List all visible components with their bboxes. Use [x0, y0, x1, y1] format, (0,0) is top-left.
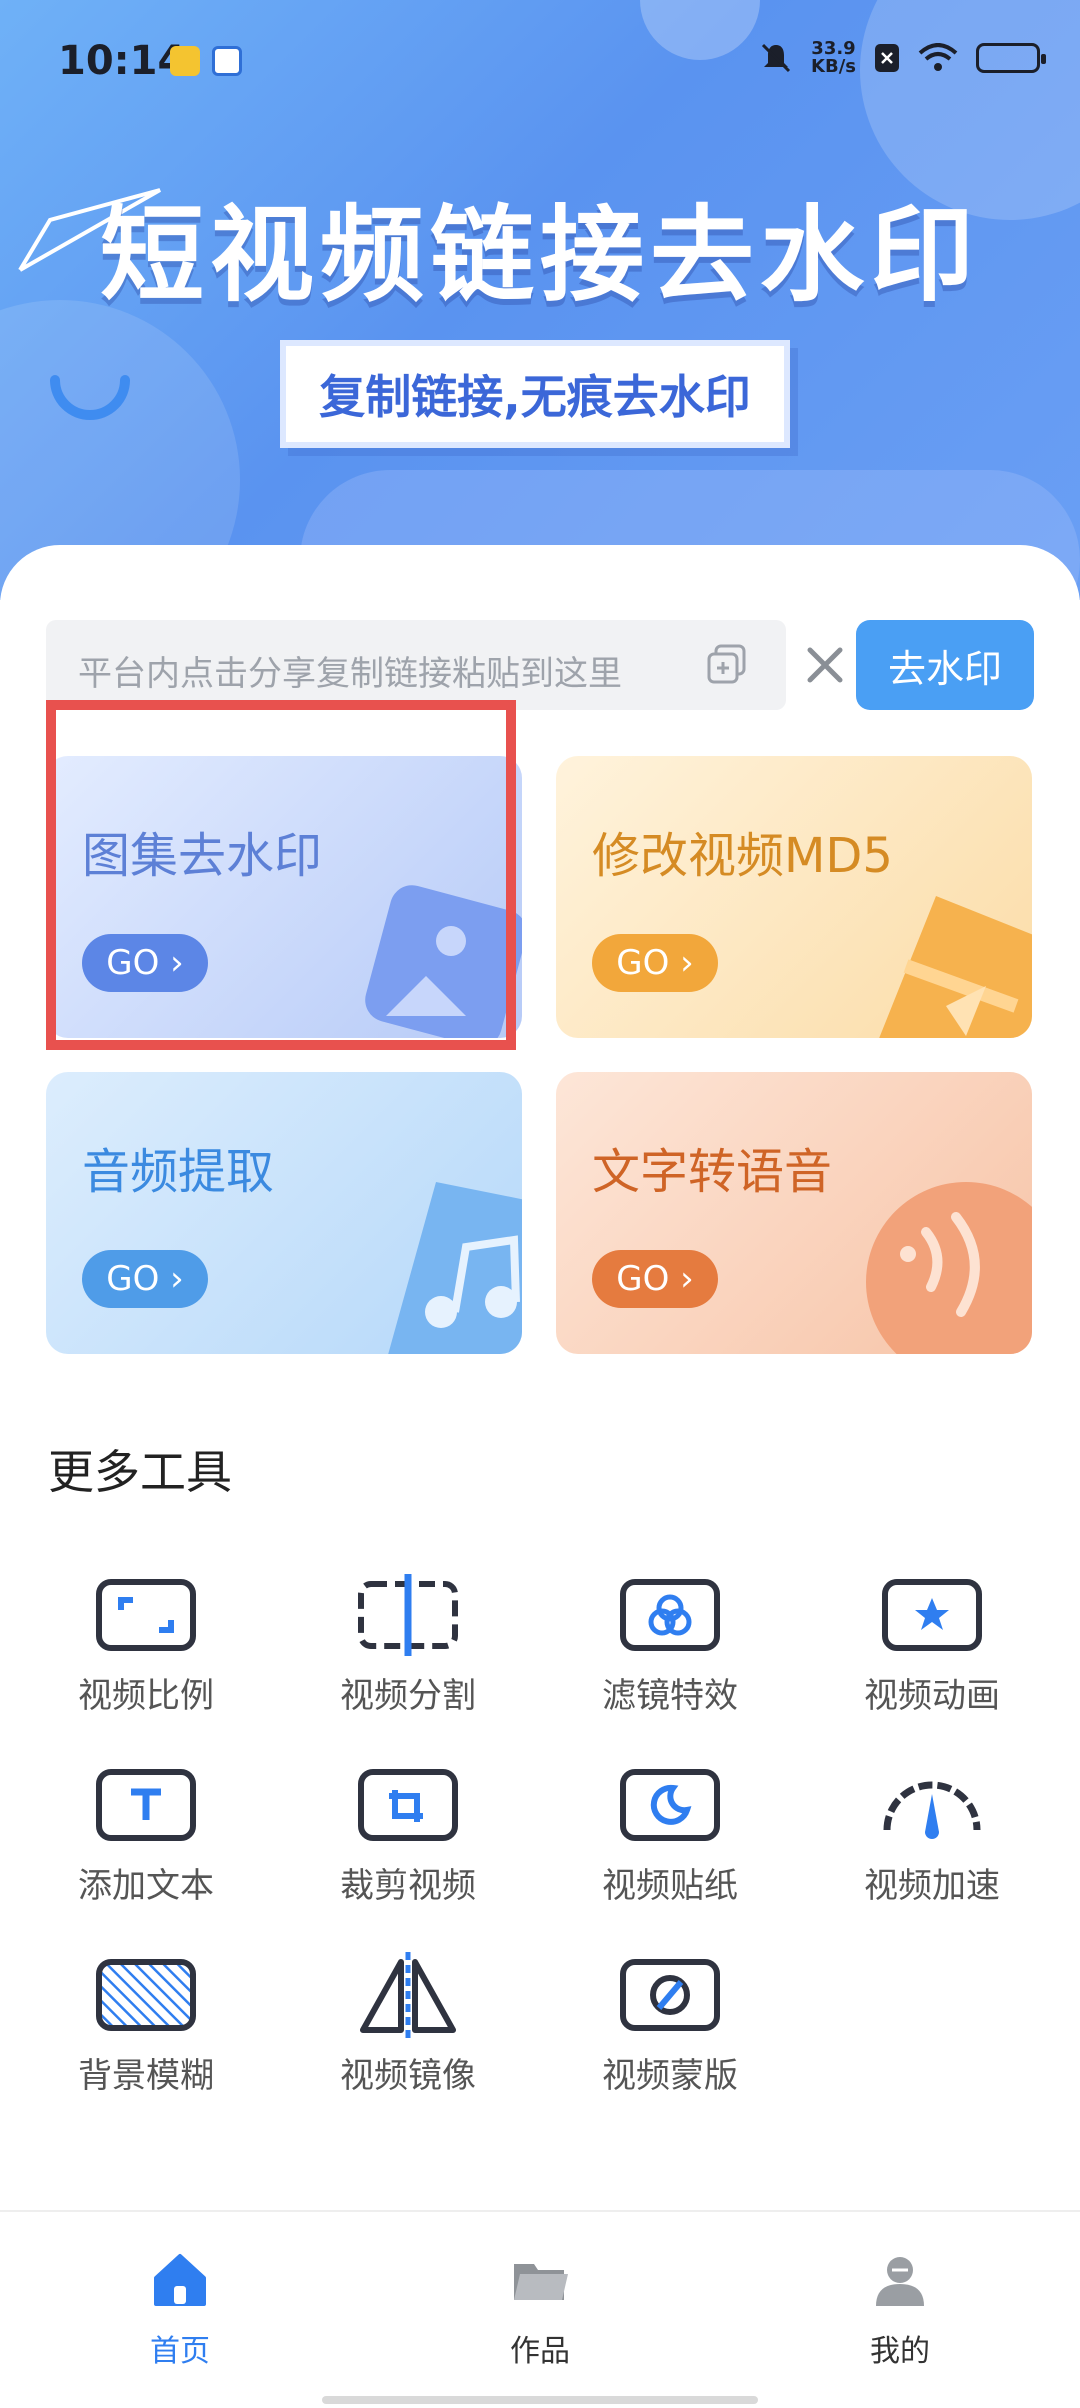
- speed-icon: [883, 1781, 981, 1839]
- mute-icon: [761, 43, 791, 73]
- more-tools-title: 更多工具: [48, 1445, 232, 1499]
- nav-mine[interactable]: 我的: [800, 2248, 1000, 2370]
- tool-label: 视频加速: [864, 1866, 1000, 1906]
- tool-video-split[interactable]: 视频分割: [288, 1570, 528, 1740]
- link-input-placeholder: 平台内点击分享复制链接粘贴到这里: [78, 654, 622, 694]
- tool-label: 背景模糊: [78, 2056, 214, 2096]
- app-notification-icon: [170, 46, 200, 76]
- remove-watermark-button[interactable]: 去水印: [856, 620, 1034, 710]
- app-notification-icon-2: [212, 46, 242, 76]
- card-modify-md5[interactable]: 修改视频MD5 GO ›: [556, 756, 1032, 1038]
- tool-video-animation[interactable]: 视频动画: [812, 1570, 1052, 1740]
- mask-icon: [620, 1959, 720, 2031]
- tool-video-mask[interactable]: 视频蒙版: [550, 1950, 790, 2120]
- tool-label: 视频动画: [864, 1676, 1000, 1716]
- card-title: 音频提取: [82, 1144, 275, 1200]
- sticker-icon: [620, 1769, 720, 1841]
- card-title: 文字转语音: [592, 1144, 833, 1200]
- header-banner: 10:14 33.9 KB/s 短视频链接去水印 复制链接,无痕去水印: [0, 0, 1080, 600]
- tool-label: 视频比例: [78, 1676, 214, 1716]
- nav-label: 作品: [510, 2334, 570, 2369]
- filter-icon: [620, 1579, 720, 1651]
- nav-works[interactable]: 作品: [440, 2248, 640, 2370]
- tool-video-mirror[interactable]: 视频镜像: [288, 1950, 528, 2120]
- paste-icon[interactable]: [704, 642, 750, 688]
- tool-label: 视频镜像: [340, 2056, 476, 2096]
- tool-add-text[interactable]: 添加文本: [26, 1760, 266, 1930]
- battery-icon: [976, 43, 1046, 73]
- link-input[interactable]: 平台内点击分享复制链接粘贴到这里: [46, 620, 786, 710]
- card-go-button[interactable]: GO ›: [592, 1250, 718, 1308]
- tool-video-speed[interactable]: 视频加速: [812, 1760, 1052, 1930]
- bottom-nav: 首页 作品 我的: [0, 2210, 1080, 2408]
- nav-label: 我的: [870, 2334, 930, 2369]
- mirror-icon: [360, 1952, 456, 2038]
- wifi-icon: [918, 43, 958, 71]
- tool-filter-effects[interactable]: 滤镜特效: [550, 1570, 790, 1740]
- aspect-ratio-icon: [96, 1579, 196, 1651]
- split-icon: [358, 1574, 458, 1656]
- animation-icon: [882, 1579, 982, 1651]
- card-audio-extract[interactable]: 音频提取 GO ›: [46, 1072, 522, 1354]
- tool-label: 裁剪视频: [340, 1866, 476, 1906]
- tool-label: 视频贴纸: [602, 1866, 738, 1906]
- net-speed: 33.9 KB/s: [811, 40, 856, 76]
- tool-label: 视频分割: [340, 1676, 476, 1716]
- clapperboard-icon: [879, 896, 1032, 1038]
- card-go-button[interactable]: GO ›: [592, 934, 718, 992]
- music-note-icon: [388, 1182, 522, 1354]
- tool-label: 滤镜特效: [602, 1676, 738, 1716]
- highlight-box: [46, 700, 516, 1050]
- tool-video-sticker[interactable]: 视频贴纸: [550, 1760, 790, 1930]
- nav-label: 首页: [150, 2334, 210, 2369]
- home-indicator[interactable]: [322, 2396, 758, 2404]
- blur-icon: [96, 1959, 196, 2031]
- banner-title: 短视频链接去水印: [99, 194, 980, 316]
- card-go-button[interactable]: GO ›: [82, 1250, 208, 1308]
- tool-label: 添加文本: [78, 1866, 214, 1906]
- crop-icon: [358, 1769, 458, 1841]
- folder-icon: [514, 2264, 568, 2300]
- tool-video-ratio[interactable]: 视频比例: [26, 1570, 266, 1740]
- clear-icon[interactable]: [800, 640, 850, 690]
- sim-x-icon: [875, 44, 899, 72]
- net-speed-unit: KB/s: [811, 56, 856, 77]
- voice-icon: [866, 1182, 1032, 1354]
- card-text-to-speech[interactable]: 文字转语音 GO ›: [556, 1072, 1032, 1354]
- home-icon: [154, 2254, 206, 2306]
- tool-crop-video[interactable]: 裁剪视频: [288, 1760, 528, 1930]
- text-icon: [96, 1769, 196, 1841]
- profile-icon: [876, 2257, 924, 2306]
- status-time: 10:14: [58, 38, 186, 84]
- status-bar: 10:14 33.9 KB/s: [0, 0, 1080, 120]
- tool-background-blur[interactable]: 背景模糊: [26, 1950, 266, 2120]
- banner-subtitle: 复制链接,无痕去水印: [280, 340, 790, 448]
- ring-decoration: [50, 375, 130, 420]
- nav-home[interactable]: 首页: [80, 2248, 280, 2370]
- tool-label: 视频蒙版: [602, 2056, 738, 2096]
